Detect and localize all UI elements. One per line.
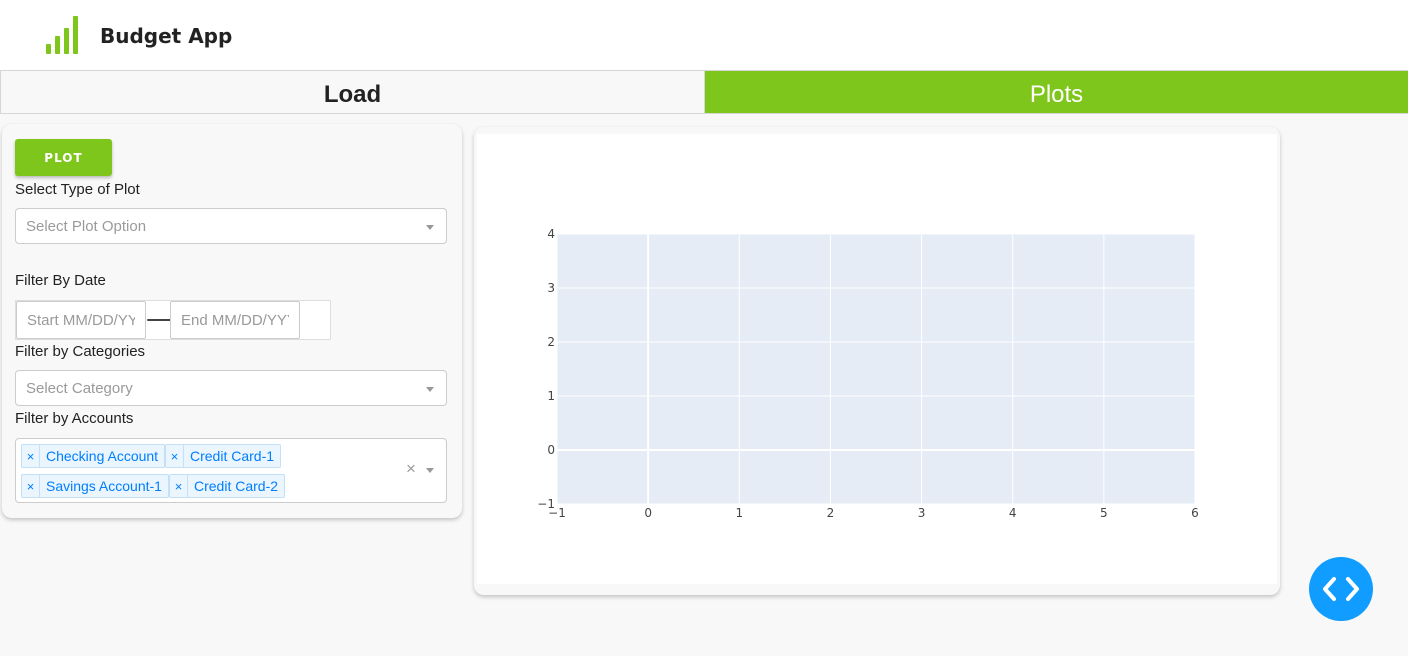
- account-chip: × Checking Account: [21, 444, 166, 468]
- account-chip-label: Credit Card-1: [190, 448, 275, 464]
- y-tick-label: 2: [547, 335, 555, 349]
- x-tick-label: 0: [644, 506, 652, 520]
- plot-background: [557, 234, 1195, 504]
- remove-chip-icon[interactable]: ×: [166, 445, 184, 467]
- plot-type-label: Select Type of Plot: [15, 181, 140, 198]
- clear-all-icon[interactable]: ×: [406, 459, 416, 479]
- app-header: Budget App: [0, 0, 1408, 70]
- tab-plots[interactable]: Plots: [705, 71, 1408, 113]
- y-tick-label: −1: [537, 497, 555, 511]
- remove-chip-icon[interactable]: ×: [22, 475, 40, 497]
- x-tick-label: 4: [1009, 506, 1017, 520]
- chart-card: −1 0 1 2 3 4 5 6 −1 0 1 2 3 4: [474, 127, 1280, 595]
- plot-button[interactable]: PLOT: [15, 139, 112, 176]
- plot-type-placeholder: Select Plot Option: [26, 218, 147, 235]
- x-tick-label: 5: [1100, 506, 1108, 520]
- x-tick-label: 2: [827, 506, 835, 520]
- account-chip: × Credit Card-2: [169, 474, 286, 498]
- account-chip-label: Checking Account: [46, 448, 159, 464]
- account-chip: × Savings Account-1: [21, 474, 169, 498]
- empty-plot: −1 0 1 2 3 4 5 6−101234: [537, 227, 1199, 520]
- x-tick-label: 1: [735, 506, 743, 520]
- bar-chart-logo-icon: [46, 16, 78, 54]
- plot-controls-panel: PLOT Select Type of Plot Select Plot Opt…: [2, 124, 462, 518]
- date-range-picker: ⟶: [15, 300, 331, 340]
- account-multiselect[interactable]: × Checking Account × Credit Card-1 × Sav…: [15, 438, 447, 503]
- category-placeholder: Select Category: [26, 380, 133, 397]
- account-chip-label: Credit Card-2: [194, 478, 279, 494]
- remove-chip-icon[interactable]: ×: [170, 475, 188, 497]
- chevron-down-icon: [426, 387, 434, 392]
- account-chip-label: Savings Account-1: [46, 478, 162, 494]
- chart-area: −1 0 1 2 3 4 5 6 −1 0 1 2 3 4: [477, 134, 1277, 584]
- debug-toggle-button[interactable]: [1309, 557, 1373, 621]
- y-tick-label: 4: [547, 227, 555, 241]
- end-date-input[interactable]: [170, 301, 300, 339]
- account-chip: × Credit Card-1: [165, 444, 282, 468]
- code-brackets-icon: [1323, 577, 1359, 601]
- category-dropdown[interactable]: Select Category: [15, 370, 447, 406]
- plot-type-dropdown[interactable]: Select Plot Option: [15, 208, 447, 244]
- tab-bar: Load Plots: [0, 70, 1408, 114]
- remove-chip-icon[interactable]: ×: [22, 445, 40, 467]
- x-tick-label: 6: [1191, 506, 1199, 520]
- start-date-input[interactable]: [16, 301, 146, 339]
- app-title: Budget App: [100, 24, 233, 48]
- y-tick-label: 0: [547, 443, 555, 457]
- chevron-down-icon[interactable]: [426, 468, 434, 473]
- chevron-down-icon: [426, 225, 434, 230]
- category-filter-label: Filter by Categories: [15, 343, 146, 360]
- date-filter-label: Filter By Date: [15, 272, 106, 289]
- y-tick-label: 1: [547, 389, 555, 403]
- tab-load[interactable]: Load: [0, 71, 705, 113]
- x-tick-label: 3: [918, 506, 926, 520]
- account-filter-label: Filter by Accounts: [15, 410, 134, 427]
- y-tick-label: 3: [547, 281, 555, 295]
